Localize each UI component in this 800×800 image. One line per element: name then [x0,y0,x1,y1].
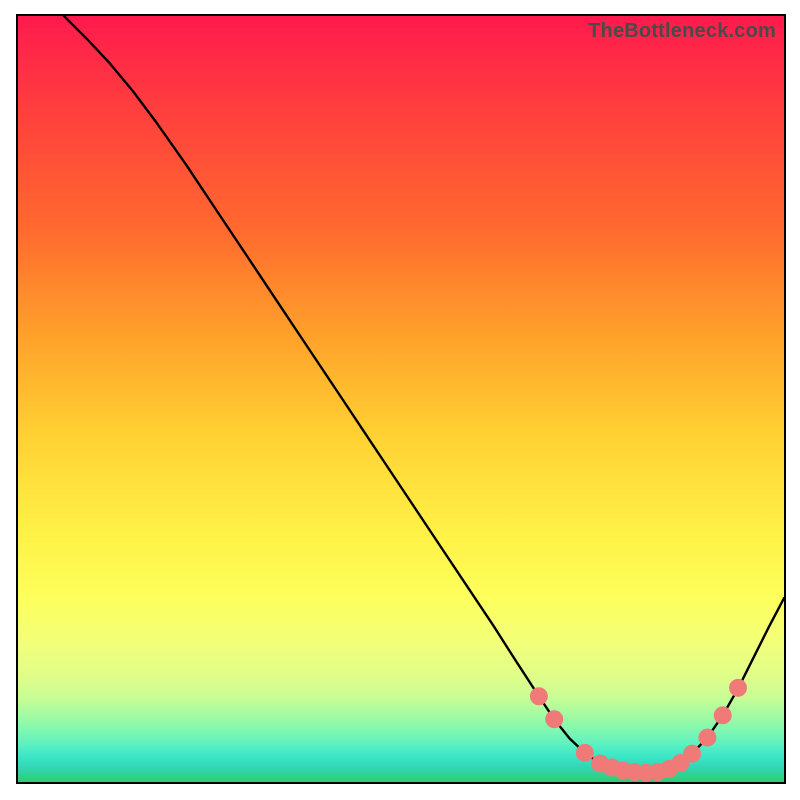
curve-svg [18,16,784,782]
curve-bead [530,688,547,705]
watermark-text: TheBottleneck.com [588,20,776,43]
curve-bead [546,711,563,728]
chart-stage: TheBottleneck.com [0,0,800,800]
bottleneck-curve [64,16,784,773]
curve-bead [730,679,747,696]
curve-bead [576,744,593,761]
curve-bead [714,707,731,724]
curve-bead [684,745,701,762]
curve-bead [699,729,716,746]
plot-area [16,14,786,784]
